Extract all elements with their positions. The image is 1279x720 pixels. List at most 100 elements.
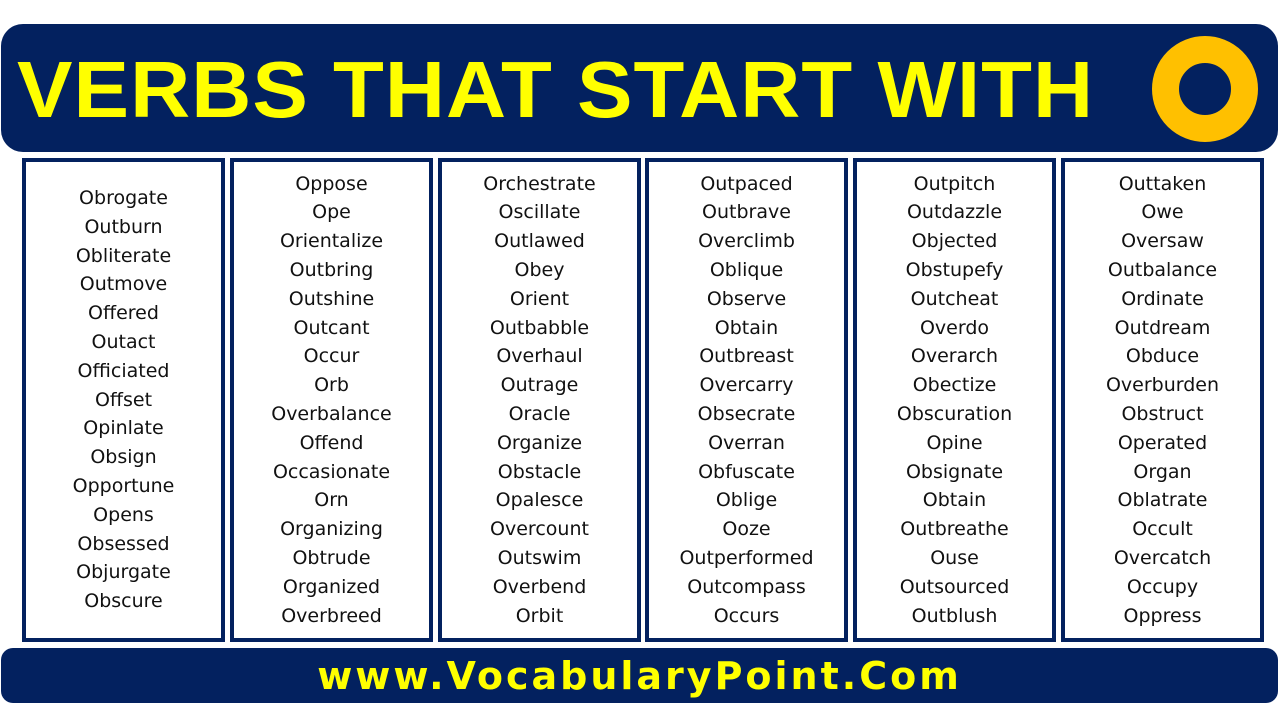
verb-item: Overhaul	[496, 345, 583, 368]
verb-item: Offset	[94, 388, 153, 411]
verb-item: Observe	[706, 287, 787, 310]
verb-item: Outsourced	[899, 575, 1010, 598]
verb-item: Offered	[88, 302, 159, 325]
verb-item: Outbabble	[489, 316, 590, 339]
verb-item: Outblush	[911, 604, 998, 627]
word-column-3: Orchestrate Oscillate Outlawed Obey Orient Ou…	[438, 158, 641, 642]
verb-item: Obstacle	[497, 460, 582, 483]
verb-item: Outlawed	[494, 230, 585, 253]
verb-item: Overdo	[919, 316, 990, 339]
verb-item: Opinlate	[83, 417, 164, 440]
verb-item: Outswim	[497, 546, 582, 569]
verb-item: Outdream	[1114, 316, 1211, 339]
verb-item: Overcount	[490, 518, 589, 541]
verb-item: Offend	[299, 431, 364, 454]
verb-item: Operated	[1117, 431, 1208, 454]
verb-item: Obsign	[90, 446, 157, 469]
verb-item: Outmove	[79, 273, 168, 296]
letter-o-icon	[1152, 36, 1258, 142]
verb-item: Outbrave	[702, 201, 791, 224]
verb-item: Obduce	[1125, 345, 1200, 368]
verb-item: Overburden	[1105, 374, 1220, 397]
verb-item: Ope	[312, 201, 351, 224]
verb-item: Obsecrate	[697, 403, 796, 425]
verb-item: Occur	[303, 345, 360, 368]
verb-item: Oppose	[295, 172, 368, 195]
verb-item: Outpaced	[700, 172, 793, 195]
verb-item: Outshine	[288, 287, 375, 310]
verb-item: Outtaken	[1118, 172, 1207, 195]
verb-item: Obsessed	[77, 532, 170, 555]
word-column-1: Obrogate Outburn Obliterate Outmove Offered O…	[22, 158, 225, 642]
verb-item: Organize	[496, 431, 583, 454]
verb-item: Outcheat	[910, 287, 999, 310]
verb-item: Outbalance	[1107, 259, 1218, 282]
page-title: VERBS THAT START WITH	[17, 45, 1095, 134]
verb-item: Ooze	[722, 518, 771, 541]
verb-item: Oblatrate	[1117, 489, 1208, 512]
verb-item: Occult	[1132, 518, 1193, 541]
verb-item: Oracle	[508, 403, 571, 425]
verb-item: Obstupefy	[905, 259, 1004, 282]
verb-item: Organized	[282, 575, 381, 598]
verb-item: Occupy	[1126, 575, 1199, 598]
verb-item: Objected	[911, 230, 998, 253]
verb-item: Orb	[314, 374, 349, 397]
verb-item: Opportune	[72, 474, 175, 497]
verb-item: Orientalize	[279, 230, 384, 253]
verb-item: Outact	[91, 331, 156, 353]
verb-item: Overcatch	[1113, 546, 1212, 569]
verb-item: Overran	[708, 431, 785, 454]
verb-item: Obectize	[912, 374, 997, 397]
verb-item: Opalesce	[495, 489, 584, 512]
verb-item: Outcompass	[687, 575, 806, 598]
word-column-2: Oppose Ope Orientalize Outbring Outshine Outc…	[230, 158, 433, 642]
verb-item: Outcant	[293, 316, 370, 339]
verb-item: Ouse	[930, 546, 979, 569]
verb-item: Overbend	[492, 575, 587, 598]
verb-item: Outrage	[500, 374, 579, 397]
verb-item: Outperformed	[679, 546, 814, 569]
verb-item: Organ	[1133, 460, 1192, 483]
word-column-6: Outtaken Owe Oversaw Outbalance Ordinate Outd…	[1061, 158, 1264, 642]
verb-item: Orient	[509, 287, 570, 310]
verb-item: Obrogate	[79, 187, 168, 210]
verb-item: Oscillate	[498, 201, 581, 224]
verb-item: Orchestrate	[483, 172, 596, 195]
verb-item: Oblique	[709, 259, 784, 282]
verb-item: Obliterate	[75, 244, 172, 267]
verb-item: Officiated	[77, 359, 170, 382]
verb-item: Outbring	[289, 259, 374, 282]
verb-item: Overarch	[910, 345, 999, 368]
verb-item: Orbit	[515, 604, 564, 627]
verb-item: Oppress	[1123, 604, 1202, 627]
verb-item: Obscure	[84, 590, 163, 613]
footer-banner: www.VocabularyPoint.Com	[1, 648, 1278, 703]
verb-item: Obtain	[714, 316, 779, 339]
verb-item: Owe	[1141, 201, 1184, 224]
verb-item: Objurgate	[76, 561, 171, 584]
verb-item: Oblige	[715, 489, 778, 512]
title-banner: VERBS THAT START WITH	[1, 24, 1278, 152]
verb-item: Overbalance	[271, 403, 392, 425]
verb-item: Outdazzle	[906, 201, 1003, 224]
verb-item: Ordinate	[1121, 287, 1204, 310]
verb-item: Organizing	[280, 518, 383, 541]
verb-item: Obtain	[922, 489, 987, 512]
verb-item: Overclimb	[698, 230, 795, 253]
verb-item: Outburn	[84, 215, 163, 238]
verb-item: Outbreathe	[900, 518, 1009, 541]
verb-item: Obstruct	[1121, 403, 1204, 425]
verb-item: Opens	[93, 503, 154, 526]
website-url: www.VocabularyPoint.Com	[317, 653, 962, 698]
word-column-4: Outpaced Outbrave Overclimb Oblique Observe O…	[645, 158, 848, 642]
verb-item: Occurs	[713, 604, 780, 627]
verb-item: Overbreed	[281, 604, 382, 627]
verb-item: Orn	[314, 489, 349, 512]
verb-item: Outpitch	[913, 172, 996, 195]
word-column-5: Outpitch Outdazzle Objected Obstupefy Outche…	[853, 158, 1056, 642]
verb-item: Occasionate	[272, 460, 391, 483]
verb-item: Outbreast	[699, 345, 794, 368]
verb-item: Obsignate	[905, 460, 1004, 483]
verb-item: Obfuscate	[698, 460, 795, 483]
